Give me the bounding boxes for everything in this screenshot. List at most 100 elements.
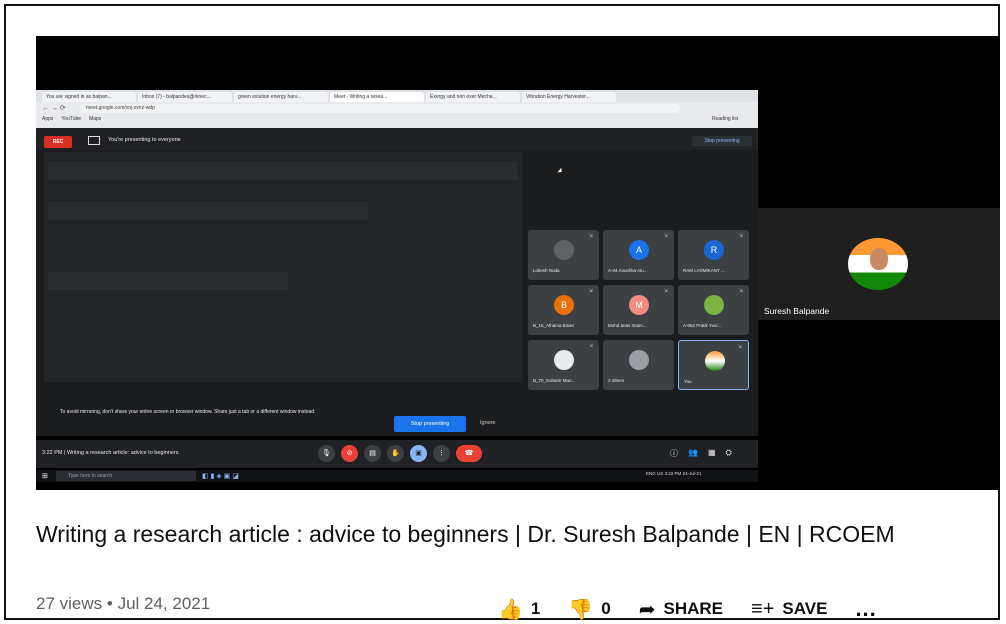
meet-control-bar: 3:22 PM | Writing a research article: ad… bbox=[36, 440, 758, 468]
participant-tile: ⇲ A A-04 Anushka Atu... bbox=[603, 230, 674, 280]
windows-start-icon: ⊞ bbox=[42, 473, 48, 480]
participant-grid: ⇲ Lokesh Noda ⇲ A A-04 Anushka Atu... ⇲ … bbox=[528, 230, 754, 390]
participant-avatar bbox=[554, 350, 574, 370]
participant-tile: ⇲ A-062 Pratik Yuvr... bbox=[678, 285, 749, 335]
participant-avatar: A bbox=[629, 240, 649, 260]
participant-avatar bbox=[705, 351, 725, 371]
bookmark-apps: Apps bbox=[42, 116, 54, 122]
tray-date: 24-Jul-21 bbox=[682, 471, 702, 476]
camera-off-icon: ⊘ bbox=[341, 445, 358, 462]
bookmark-maps: Maps bbox=[89, 116, 102, 122]
dislike-button[interactable]: 👎 0 bbox=[568, 597, 610, 622]
browser-tab-active: Meet - Writing a resea... bbox=[330, 92, 424, 102]
stop-presenting-button: Stop presenting bbox=[394, 416, 466, 432]
raise-hand-icon: ✋ bbox=[387, 445, 404, 462]
view-count: 27 views bbox=[36, 594, 103, 613]
participant-name: Mohd anas Imam... bbox=[608, 323, 647, 328]
save-label: SAVE bbox=[782, 599, 828, 618]
pin-icon: ⇲ bbox=[588, 343, 593, 349]
windows-taskbar: ⊞ Type here to search ◧ ▮ ◈ ▣ ◪ ENG US 3… bbox=[36, 470, 758, 482]
participant-name: A-062 Pratik Yuvr... bbox=[683, 323, 722, 328]
browser-chrome: You are signed in as balpan... Inbox (7)… bbox=[36, 90, 758, 128]
address-bar: ← → ⟳ meet.google.com/xnj-zvnz-wdp bbox=[40, 103, 754, 114]
browser-tab: Exergy and non exer Mecha... bbox=[426, 92, 520, 102]
participant-tile: ⇲ R RAM LAXMIKANT ... bbox=[678, 230, 749, 280]
browser-tab: Inbox (7) - balpandes@rknec... bbox=[138, 92, 232, 102]
upload-date: Jul 24, 2021 bbox=[117, 594, 211, 613]
video-player[interactable]: You are signed in as balpan... Inbox (7)… bbox=[36, 36, 1000, 490]
participant-avatar bbox=[704, 295, 724, 315]
participant-name: Lokesh Noda bbox=[533, 268, 560, 273]
present-icon: ▣ bbox=[410, 445, 427, 462]
participant-avatar: B bbox=[554, 295, 574, 315]
speaker-face bbox=[870, 248, 888, 270]
participant-name: You bbox=[684, 379, 692, 384]
shared-screen-content: You are signed in as balpan... Inbox (7)… bbox=[36, 90, 758, 482]
system-tray: ENG US 3:22 PM 24-Jul-21 bbox=[646, 471, 701, 476]
share-button[interactable]: ➦ SHARE bbox=[639, 597, 723, 622]
pin-icon: ⇲ bbox=[738, 288, 743, 294]
meta-separator: • bbox=[106, 594, 113, 613]
participant-tile: ⇲ Lokesh Noda bbox=[528, 230, 599, 280]
more-actions-button[interactable]: ... bbox=[855, 596, 876, 622]
pin-icon: ⇲ bbox=[588, 233, 593, 239]
video-meta: 27 views • Jul 24, 2021 bbox=[36, 594, 210, 614]
share-arrow-icon: ➦ bbox=[638, 598, 656, 621]
taskbar-apps: ◧ ▮ ◈ ▣ ◪ bbox=[202, 473, 239, 480]
mic-icon: 🎙 bbox=[318, 445, 335, 462]
tray-language: ENG US bbox=[646, 471, 664, 476]
url-field: meet.google.com/xnj-zvnz-wdp bbox=[80, 104, 680, 113]
rec-badge: REC bbox=[44, 136, 72, 148]
participant-tile: ⇲ B B_16_Atharva Bisan bbox=[528, 285, 599, 335]
like-button[interactable]: 👍 1 bbox=[498, 597, 540, 622]
stop-presenting-top: Stop presenting bbox=[692, 136, 752, 146]
pin-icon: ⇲ bbox=[738, 233, 743, 239]
mouse-cursor-icon bbox=[557, 167, 564, 175]
meet-buttons: 🎙 ⊘ ▤ ✋ ▣ ⋮ ☎ bbox=[318, 445, 482, 462]
like-count: 1 bbox=[530, 599, 541, 618]
nav-arrows-icon: ← → ⟳ bbox=[42, 105, 66, 112]
browser-tab: Vibration Energy Harvester... bbox=[522, 92, 616, 102]
pin-icon: ⇲ bbox=[737, 344, 742, 350]
participant-avatar: R bbox=[704, 240, 724, 260]
video-title: Writing a research article : advice to b… bbox=[36, 521, 895, 547]
participant-tile: ⇲ M Mohd anas Imam... bbox=[603, 285, 674, 335]
participant-tile: ⇲ B_70_Sohanir Mun... bbox=[528, 340, 599, 390]
side-participant-panel: Suresh Balpande bbox=[758, 208, 1000, 320]
pin-icon: ⇲ bbox=[588, 288, 593, 294]
meet-side-buttons: ⓘ 👥 ▦ ⛭ bbox=[670, 448, 732, 459]
save-button[interactable]: ≡+ SAVE bbox=[751, 598, 827, 621]
thumbs-down-icon: 👎 bbox=[568, 598, 594, 621]
participant-name: B_16_Atharva Bisan bbox=[533, 323, 575, 328]
mirror-warning: To avoid mirroring, don't share your ent… bbox=[60, 409, 316, 415]
info-icon: ⓘ bbox=[670, 449, 678, 458]
chat-icon: ▦ bbox=[707, 448, 716, 457]
activities-icon: ⛭ bbox=[725, 448, 732, 457]
pin-icon: ⇲ bbox=[663, 233, 668, 239]
mirrored-screen-area bbox=[44, 152, 522, 382]
bookmark-youtube: YouTube bbox=[61, 116, 82, 122]
thumbs-up-icon: 👍 bbox=[498, 598, 523, 621]
taskbar-search: Type here to search bbox=[56, 471, 196, 481]
ignore-link: Ignore bbox=[480, 420, 496, 426]
present-screen-icon bbox=[88, 136, 100, 145]
playlist-add-icon: ≡+ bbox=[751, 597, 775, 620]
presenting-status: You're presenting to everyone bbox=[108, 137, 181, 143]
speaker-name: Suresh Balpande bbox=[764, 306, 830, 316]
browser-tab: You are signed in as balpan... bbox=[42, 92, 136, 102]
bookmarks-bar: Apps YouTube Maps Reading list bbox=[42, 116, 738, 122]
end-call-icon: ☎ bbox=[456, 445, 482, 462]
meeting-time-title: 3:22 PM | Writing a research article: ad… bbox=[42, 450, 179, 456]
dislike-count: 0 bbox=[601, 599, 611, 618]
participant-name: A-04 Anushka Atu... bbox=[608, 268, 648, 273]
participant-name: RAM LAXMIKANT ... bbox=[683, 268, 725, 273]
browser-tab: green solution energy harv... bbox=[234, 92, 328, 102]
participant-tile-self: ⇲ You bbox=[678, 340, 749, 390]
share-label: SHARE bbox=[663, 599, 724, 618]
participant-avatar bbox=[554, 240, 574, 260]
people-icon: 👥 bbox=[688, 448, 698, 457]
reading-list: Reading list bbox=[712, 116, 739, 122]
tray-time: 3:22 PM bbox=[664, 471, 682, 476]
participant-name: B_70_Sohanir Mun... bbox=[533, 378, 576, 383]
participant-tile: 3 others bbox=[603, 340, 674, 390]
